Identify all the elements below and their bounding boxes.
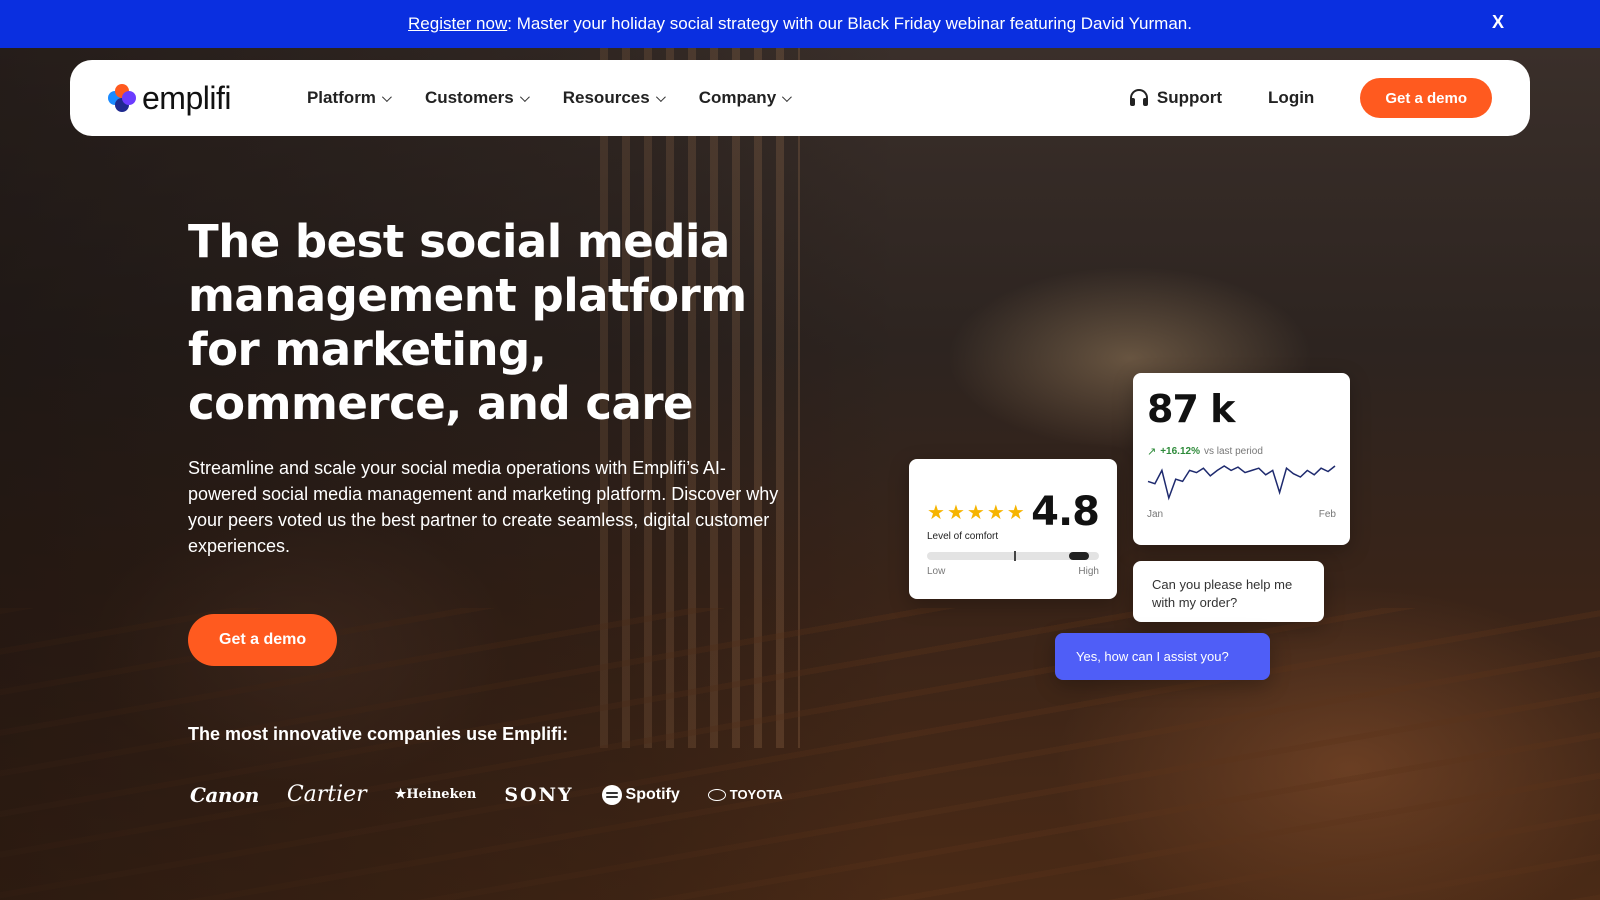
slider-labels: Low High <box>927 566 1099 577</box>
spotify-logo: Spotify <box>601 784 680 805</box>
stat-value: 87 k <box>1147 387 1235 431</box>
support-label: Support <box>1156 88 1223 107</box>
emplifi-logo-icon <box>108 84 136 112</box>
star-icon: ★ <box>946 501 965 524</box>
hero-subtitle: Streamline and scale your social media o… <box>188 458 779 556</box>
emplifi-logo[interactable]: emplifi <box>108 80 231 117</box>
toyota-logo: TOYOTA <box>707 787 783 802</box>
chevron-down-icon <box>782 91 793 102</box>
slider-low-label: Low <box>927 566 946 577</box>
hero-title: The best social media management platfor… <box>188 215 747 430</box>
stat-change-suffix: vs last period <box>1203 446 1263 457</box>
comfort-slider <box>927 551 1099 561</box>
star-icon: ★ <box>966 501 985 524</box>
main-nav: emplifi Platform Customers Resources Com… <box>70 60 1530 136</box>
sparkline-line <box>1147 465 1336 501</box>
nav-item-customers[interactable]: Customers <box>424 88 530 108</box>
nav-item-label: Resources <box>562 88 650 107</box>
trend-up-icon: ↗ <box>1147 446 1157 458</box>
nav-item-label: Customers <box>424 88 514 107</box>
star-icon: ★ <box>1006 501 1025 524</box>
nav-item-label: Company <box>698 88 777 107</box>
login-link[interactable]: Login <box>1268 88 1314 108</box>
announcement-bar: Register now: Master your holiday social… <box>0 0 1600 48</box>
heineken-logo: ★Heineken <box>394 787 477 802</box>
sparkline-axis: Jan Feb <box>1147 509 1336 520</box>
announcement-close-button[interactable]: X <box>1492 12 1504 33</box>
nav-get-demo-button[interactable]: Get a demo <box>1360 78 1492 118</box>
announcement-message: : Master your holiday social strategy wi… <box>507 14 1192 33</box>
stat-card: 87 k ↗ +16.12% vs last period Jan Feb <box>1133 373 1350 545</box>
toyota-text: TOYOTA <box>729 787 783 802</box>
stat-change: ↗ +16.12% vs last period <box>1147 445 1336 458</box>
heineken-text: Heineken <box>406 787 477 802</box>
star-icon: ★ <box>986 501 1005 524</box>
sparkline-chart <box>1147 465 1336 501</box>
announcement-text: Register now: Master your holiday social… <box>408 14 1192 34</box>
rating-card: ★ ★ ★ ★ ★ 4.8 Level of comfort Low High <box>909 459 1117 599</box>
sparkline-end-label: Feb <box>1318 509 1336 520</box>
nav-item-label: Platform <box>306 88 376 107</box>
slider-tick <box>1014 551 1016 561</box>
customer-logos: Canon Cartier ★Heineken SONY Spotify TOY… <box>190 782 783 807</box>
register-now-link[interactable]: Register now <box>408 14 507 33</box>
star-icon: ★ <box>927 501 945 524</box>
star-rating: ★ ★ ★ ★ ★ <box>927 500 1025 525</box>
sony-logo: SONY <box>504 783 574 806</box>
chevron-down-icon <box>519 91 530 102</box>
spotify-text: Spotify <box>625 785 680 803</box>
chevron-down-icon <box>655 91 666 102</box>
nav-actions: Support Login Get a demo <box>1129 78 1492 118</box>
nav-item-resources[interactable]: Resources <box>562 88 666 108</box>
slider-knob <box>1068 552 1089 560</box>
canon-logo: Canon <box>190 782 259 807</box>
slider-high-label: High <box>1078 566 1099 577</box>
stat-change-percent: +16.12% <box>1160 446 1200 457</box>
sparkline-start-label: Jan <box>1147 509 1164 520</box>
headset-icon <box>1129 88 1149 108</box>
logos-heading: The most innovative companies use Emplif… <box>188 724 569 744</box>
nav-item-platform[interactable]: Platform <box>306 88 392 108</box>
chevron-down-icon <box>381 91 392 102</box>
cartier-logo: Cartier <box>286 782 367 807</box>
chat-bubble-answer: Yes, how can I assist you? <box>1055 633 1270 680</box>
spotify-icon <box>601 784 622 805</box>
rating-value: 4.8 <box>1031 489 1100 535</box>
support-link[interactable]: Support <box>1129 88 1222 108</box>
nav-item-company[interactable]: Company <box>698 88 793 108</box>
toyota-icon <box>707 788 726 801</box>
hero-get-demo-button[interactable]: Get a demo <box>188 614 338 666</box>
chat-bubble-question: Can you please help me with my order? <box>1133 561 1324 622</box>
logo-text: emplifi <box>142 79 231 116</box>
nav-menu: Platform Customers Resources Company <box>306 88 793 108</box>
